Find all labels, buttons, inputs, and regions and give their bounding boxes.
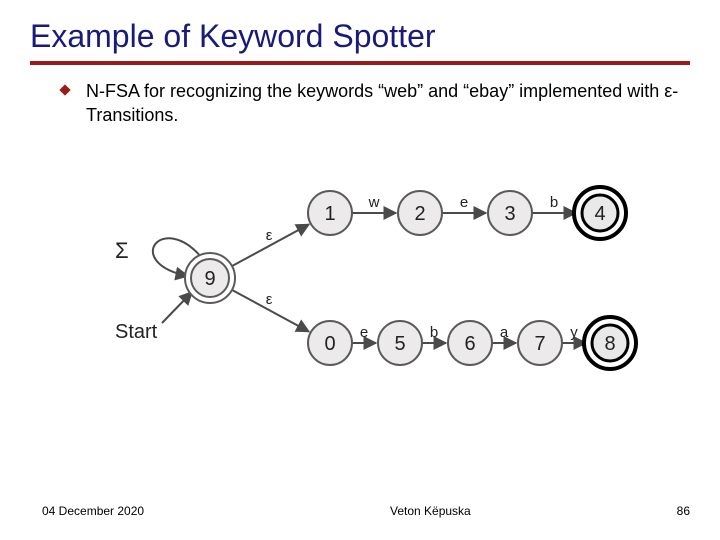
state-node-5: 5	[378, 321, 422, 365]
state-node-3: 3	[488, 191, 532, 235]
state-label: 5	[394, 333, 405, 355]
edge-label: b	[430, 324, 438, 341]
state-node-6: 6	[448, 321, 492, 365]
edge-label: ε	[266, 227, 273, 244]
state-label: 3	[504, 203, 515, 225]
state-label: 8	[604, 333, 615, 355]
state-label: 4	[594, 203, 605, 225]
start-edge	[162, 292, 192, 323]
footer-author: Veton Këpuska	[144, 504, 677, 518]
state-node-8: 8	[584, 317, 636, 369]
edge-label: e	[460, 194, 468, 211]
edge-label: e	[360, 324, 368, 341]
state-label: 0	[324, 333, 335, 355]
footer-date: 04 December 2020	[42, 504, 144, 518]
fsa-diagram: Σ Start ε w e b ε e b a y 9 1 2 3 4 0 5 6 7 8	[85, 168, 660, 378]
state-node-0: 0	[308, 321, 352, 365]
sigma-label: Σ	[115, 238, 129, 263]
state-label: 2	[414, 203, 425, 225]
diamond-bullet-icon	[58, 83, 72, 102]
slide-footer: 04 December 2020 Veton Këpuska 86	[0, 504, 720, 518]
footer-page-number: 86	[677, 504, 690, 518]
state-label: 7	[534, 333, 545, 355]
bullet-item: N-FSA for recognizing the keywords “web”…	[30, 79, 690, 128]
state-node-7: 7	[518, 321, 562, 365]
title-underline	[30, 61, 690, 65]
state-node-2: 2	[398, 191, 442, 235]
state-node-4: 4	[574, 187, 626, 239]
slide-title: Example of Keyword Spotter	[30, 18, 690, 55]
start-label: Start	[115, 321, 158, 343]
edge-label: y	[570, 324, 578, 341]
edge-label: a	[500, 324, 509, 341]
state-node-9: 9	[185, 253, 235, 303]
state-label: 6	[464, 333, 475, 355]
state-node-1: 1	[308, 191, 352, 235]
edge-label: b	[550, 194, 558, 211]
edge-label: w	[368, 194, 380, 211]
state-label: 1	[324, 203, 335, 225]
state-label: 9	[204, 268, 215, 290]
bullet-text: N-FSA for recognizing the keywords “web”…	[86, 79, 690, 128]
edge-label: ε	[266, 291, 273, 308]
